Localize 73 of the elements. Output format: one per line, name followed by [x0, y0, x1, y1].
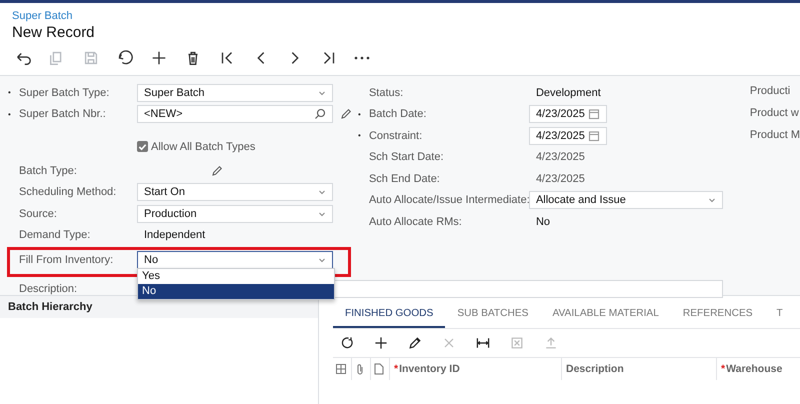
column-header[interactable]: Inventory ID [399, 363, 460, 375]
dropdown-field[interactable]: Allocate and Issue [528, 191, 723, 210]
field-label: Sch Start Date: [368, 151, 445, 164]
dropdown-option[interactable]: Yes [138, 269, 334, 284]
save-icon [82, 49, 100, 67]
date-field[interactable]: 4/23/2025 [528, 126, 607, 145]
field-label: Scheduling Method: [19, 186, 118, 198]
dropdown-field[interactable]: Start On [137, 183, 333, 202]
tab[interactable]: AVAILABLE MATERIAL [540, 308, 671, 328]
field-value: Independent [143, 229, 206, 242]
required-mark: • [8, 110, 11, 119]
required-mark: * [721, 363, 726, 375]
dropdown-field[interactable]: Super Batch [137, 84, 333, 102]
dropdown-option[interactable]: No [138, 284, 334, 299]
tab[interactable]: SUB BATCHES [445, 308, 540, 328]
caret-icon [318, 88, 326, 97]
caret-icon [318, 188, 326, 196]
field-label: Auto Allocate/Issue Intermediate: [368, 194, 529, 206]
dropdown-field[interactable]: Production [137, 204, 333, 223]
caret-icon [318, 256, 326, 264]
undo-icon [116, 49, 134, 67]
field-label: Sch End Date: [368, 172, 441, 185]
calendar-icon [588, 108, 600, 120]
more-icon [354, 56, 370, 60]
pencil-icon[interactable] [211, 164, 223, 177]
lookup-field[interactable]: <NEW> [137, 105, 333, 124]
field-label: Source: [19, 208, 58, 220]
field-label: Super Batch Type: [19, 86, 110, 99]
field-value: Development [534, 86, 601, 99]
field-label: Product w [750, 107, 800, 121]
page-title: New Record [12, 24, 95, 41]
search-icon [314, 108, 326, 120]
field-label: Status: [368, 86, 404, 99]
column-header[interactable]: Warehouse [726, 363, 782, 375]
field-value: 4/23/2025 [534, 172, 586, 185]
field-label: Batch Date: [368, 108, 428, 120]
field-label: Product M [750, 129, 800, 143]
tab[interactable]: FINISHED GOODS [333, 308, 446, 328]
required-mark: • [358, 110, 361, 119]
pencil-icon [407, 335, 423, 351]
column-header[interactable]: Description [566, 363, 624, 375]
pencil-icon[interactable] [340, 108, 352, 120]
caret-icon [708, 196, 716, 204]
excel-icon [509, 335, 525, 351]
field-label: Batch Type: [19, 164, 78, 177]
field-label: Producti [750, 85, 792, 99]
required-mark: • [358, 131, 361, 140]
field-label: Constraint: [368, 130, 424, 142]
refresh-icon [339, 335, 355, 351]
required-mark: • [8, 88, 11, 98]
date-field[interactable]: 4/23/2025 [528, 105, 607, 124]
paperclip-icon [355, 363, 365, 375]
note-icon [374, 363, 384, 375]
fit-width-icon [475, 335, 491, 351]
field-value: 4/23/2025 [534, 151, 586, 164]
tab[interactable]: REFERENCES [670, 308, 765, 328]
plus-icon [373, 335, 389, 351]
required-mark: * [394, 363, 398, 375]
field-value: No [534, 216, 551, 228]
field-label: Demand Type: [19, 229, 92, 242]
calendar-icon [588, 130, 600, 142]
upload-icon [543, 335, 559, 351]
caret-icon [318, 210, 326, 218]
field-label: Fill From Inventory: [19, 254, 114, 266]
dropdown-field[interactable]: No [137, 250, 333, 269]
plus-icon [150, 49, 168, 67]
breadcrumb-link[interactable]: Super Batch [12, 10, 73, 22]
field-label: Description: [19, 283, 78, 296]
tab[interactable]: T [764, 308, 795, 328]
grid-icon[interactable] [336, 364, 346, 374]
field-label: Super Batch Nbr.: [19, 108, 107, 120]
checkbox-box[interactable] [137, 141, 148, 152]
field-label: Auto Allocate RMs: [368, 216, 463, 228]
